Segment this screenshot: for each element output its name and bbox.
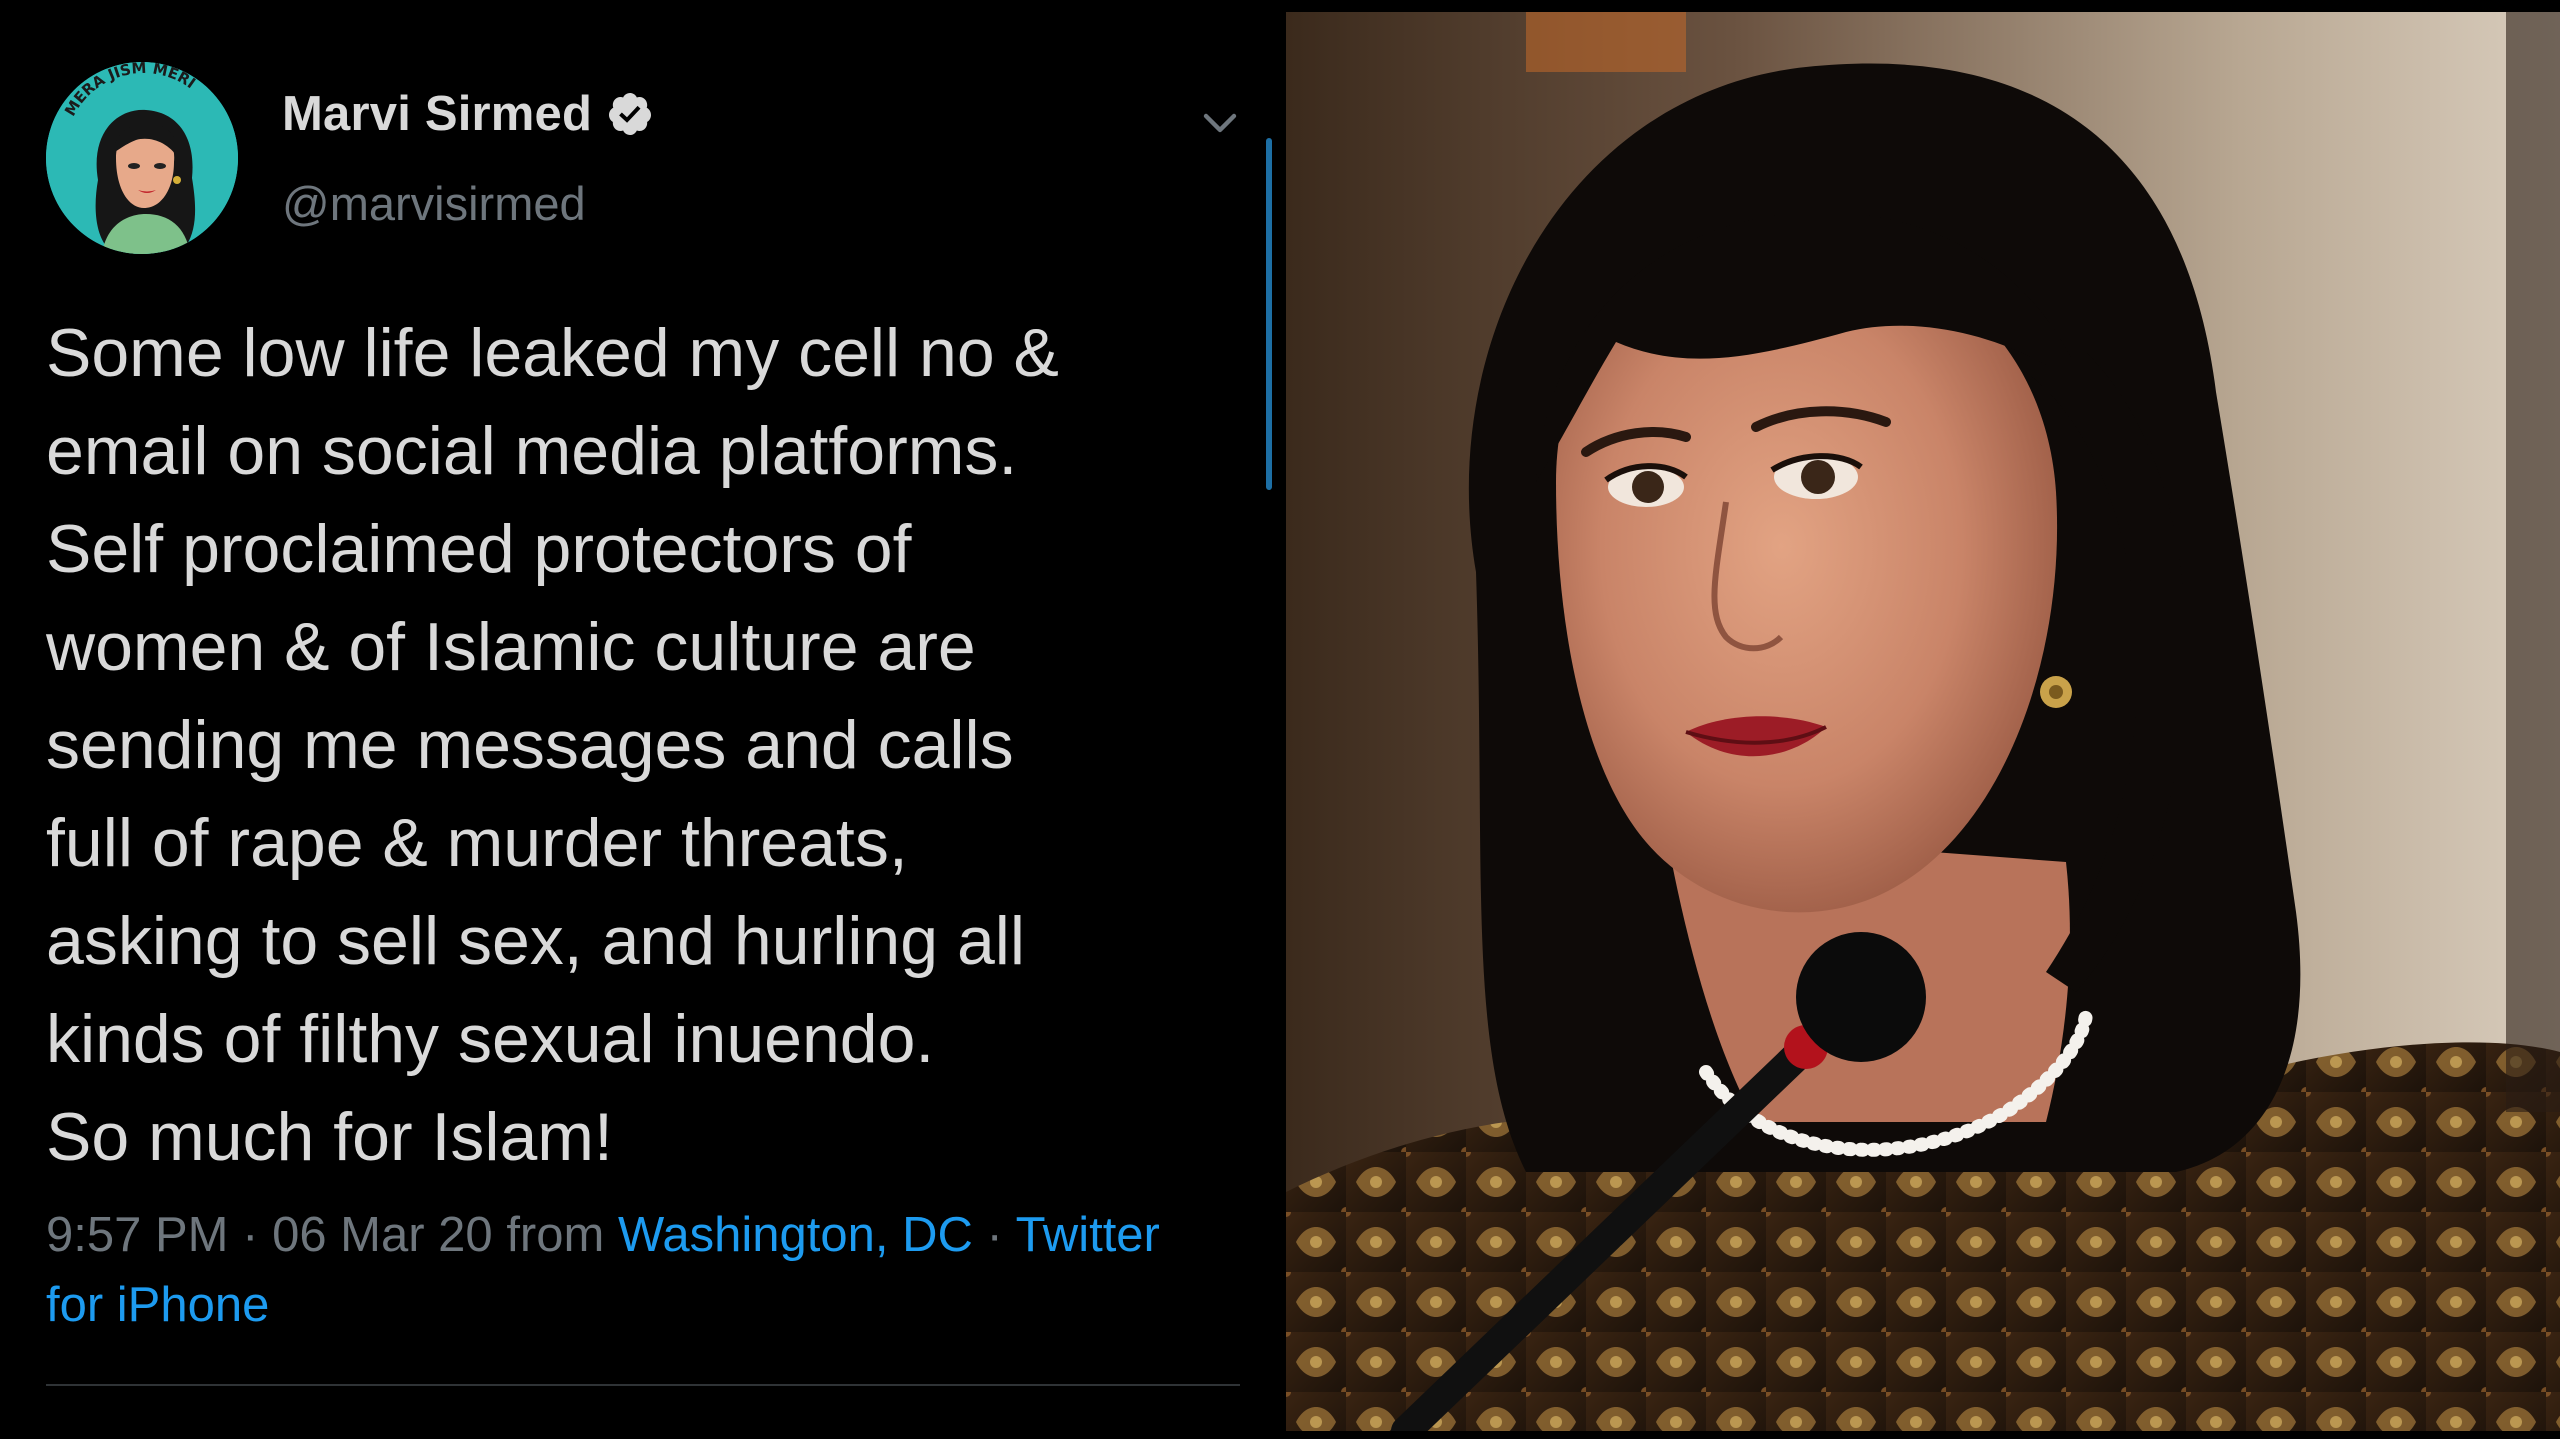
tweet-meta: 9:57 PM · 06 Mar 20 from Washington, DC … — [46, 1200, 1256, 1340]
display-name-row: Marvi Sirmed — [282, 86, 654, 142]
location-link[interactable]: Washington, DC — [618, 1208, 973, 1262]
from-label: from — [506, 1208, 605, 1262]
verified-badge-icon — [606, 90, 654, 138]
tweet-date[interactable]: 06 Mar 20 — [272, 1208, 493, 1262]
avatar-illustration: MERA JISM MERI — [46, 62, 238, 254]
avatar[interactable]: MERA JISM MERI — [46, 62, 238, 254]
scrollbar[interactable] — [1266, 138, 1272, 490]
tweet-time[interactable]: 9:57 PM — [46, 1208, 228, 1262]
divider — [46, 1384, 1240, 1386]
meta-separator: · — [242, 1208, 259, 1262]
screenshot-collage: MERA JISM MERI Marvi Sirmed @marvisirmed… — [0, 0, 2560, 1439]
user-handle[interactable]: @marvisirmed — [282, 176, 586, 231]
tweet-text: Some low life leaked my cell no & email … — [46, 315, 1059, 1175]
tweet-header: MERA JISM MERI Marvi Sirmed @marvisirmed — [46, 50, 1246, 260]
portrait-illustration — [1286, 12, 2560, 1431]
display-name[interactable]: Marvi Sirmed — [282, 86, 592, 142]
meta-separator-2: · — [986, 1208, 1003, 1262]
source-link-part2: for iPhone — [46, 1278, 270, 1332]
portrait-photo — [1286, 12, 2560, 1431]
chevron-down-icon[interactable] — [1196, 98, 1244, 146]
tweet-card: MERA JISM MERI Marvi Sirmed @marvisirmed… — [0, 10, 1278, 1429]
source-link-part1: Twitter — [1015, 1208, 1160, 1262]
